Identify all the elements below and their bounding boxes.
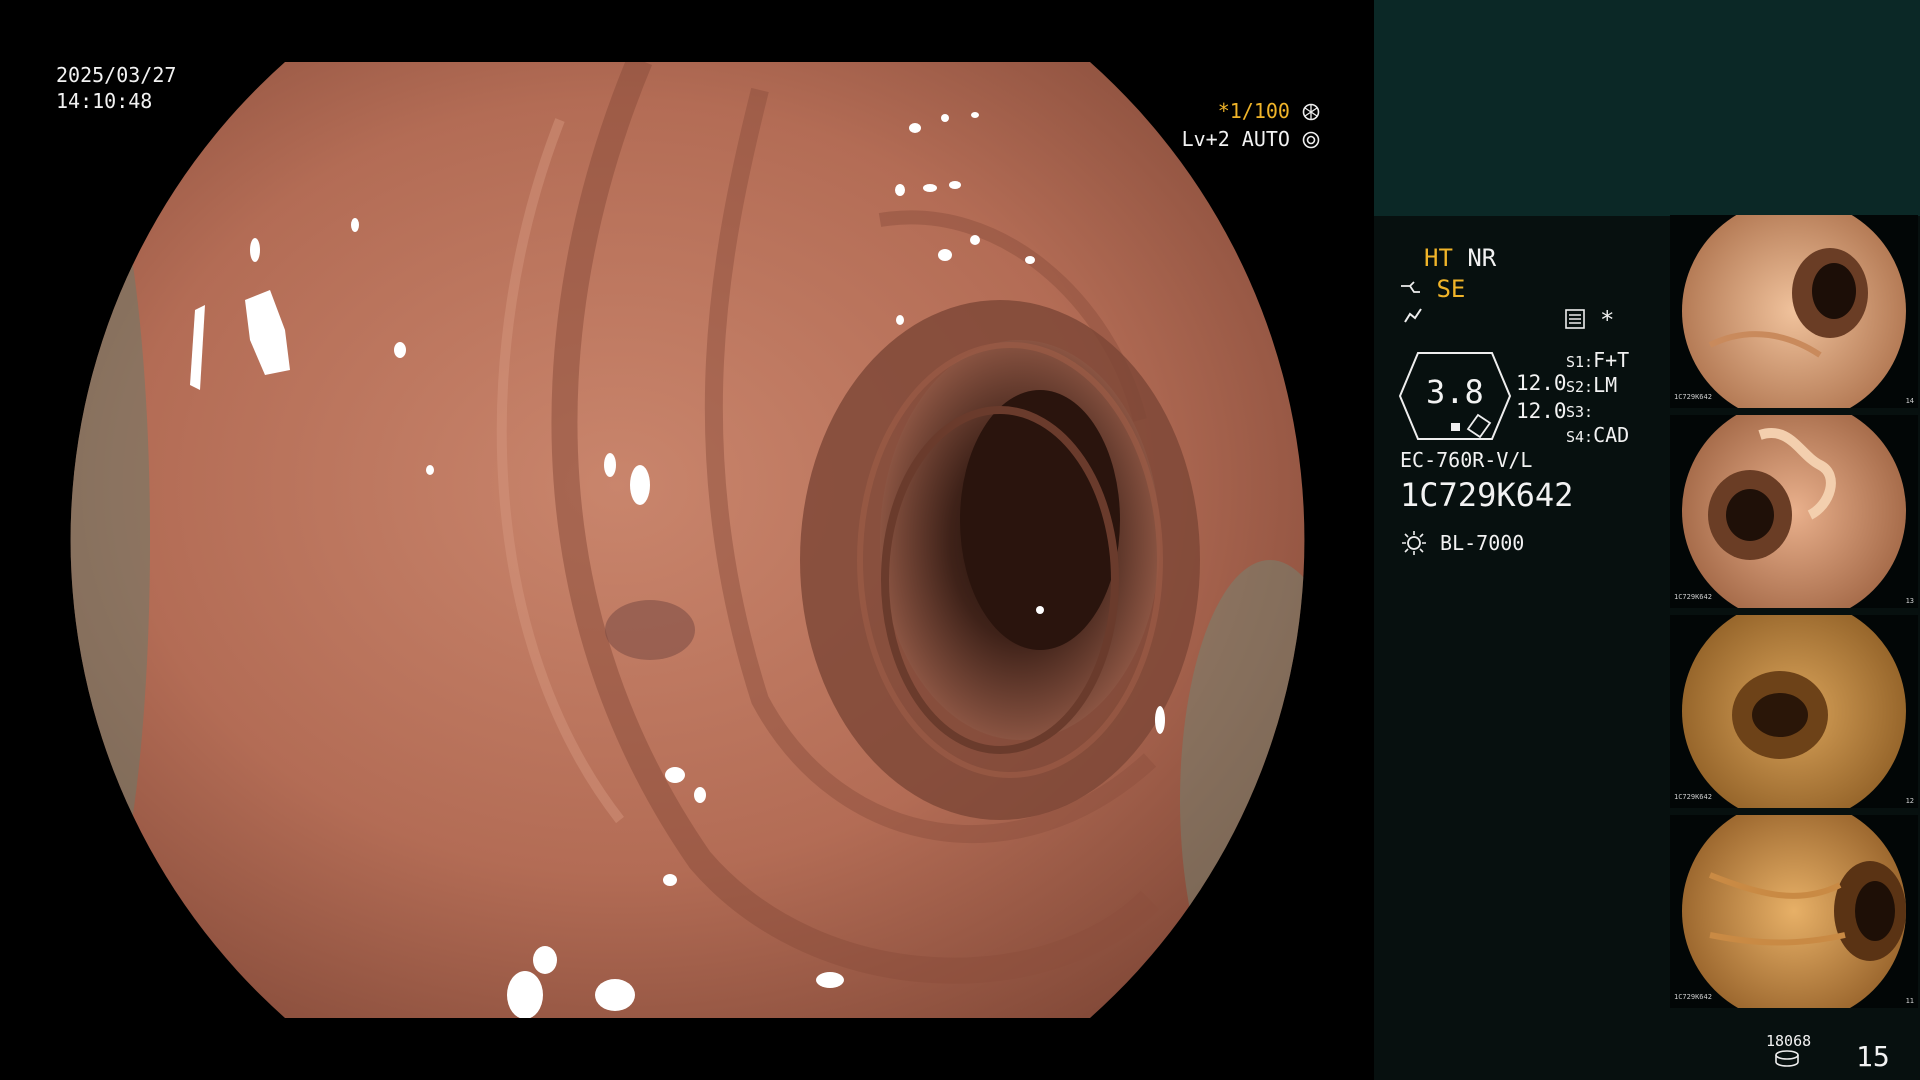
thumbnail-label: 1C729K642	[1674, 393, 1712, 401]
light-source-label: BL-7000	[1440, 531, 1525, 555]
menu-sheet-icon	[1564, 308, 1586, 330]
thumbnail-image	[1682, 815, 1906, 1008]
thumbnail-index: 12	[1905, 797, 1914, 805]
capture-count: 18068	[1766, 1032, 1812, 1050]
thumbnail-label: 1C729K642	[1674, 793, 1712, 801]
ht-label: HT	[1424, 244, 1453, 272]
zoom-value: 3.8	[1426, 373, 1484, 411]
disk-stack-icon	[1774, 1050, 1800, 1068]
zoom-indicator: 3.8	[1398, 351, 1512, 441]
s1-label: S1:	[1566, 353, 1594, 371]
scope-model: EC-760R-V/L	[1400, 448, 1533, 472]
scope-tip-icon	[1400, 275, 1422, 293]
aperture-icon	[1302, 101, 1320, 121]
thumbnail-image	[1682, 615, 1906, 808]
thumbnail-4[interactable]: 1C729K642 11	[1670, 815, 1918, 1008]
se-row: SE	[1400, 274, 1465, 304]
switch-s4: S4:CAD	[1566, 423, 1629, 449]
thumbnail-image	[1682, 415, 1906, 608]
level-value: Lv+2 AUTO	[1181, 127, 1290, 151]
thumbnail-1[interactable]: 1C729K642 14	[1670, 215, 1918, 408]
value-2: 12.0	[1516, 399, 1567, 423]
s2-value: LM	[1593, 373, 1618, 397]
switch-s2: S2:LM	[1566, 373, 1617, 399]
thumbnail-index: 13	[1905, 597, 1914, 605]
value-1: 12.0	[1516, 371, 1567, 395]
star-marker: *	[1600, 306, 1615, 334]
shutter-value: *1/100	[1217, 99, 1290, 123]
s2-label: S2:	[1566, 378, 1594, 396]
ht-nr-row: HT NR	[1424, 243, 1496, 273]
thumbnail-label: 1C729K642	[1674, 993, 1712, 1001]
s4-label: S4:	[1566, 428, 1594, 446]
shutter-indicator: *1/100	[1218, 98, 1320, 124]
thumbnail-2[interactable]: 1C729K642 13	[1670, 415, 1918, 608]
side-panel-header	[1374, 0, 1920, 216]
nr-label: NR	[1467, 244, 1497, 272]
thumbnail-label: 1C729K642	[1674, 593, 1712, 601]
thumbnail-index: 11	[1905, 997, 1914, 1005]
iris-icon	[1302, 129, 1320, 149]
light-bulb-icon	[1400, 530, 1428, 556]
level-indicator: Lv+2 AUTO	[1182, 126, 1320, 152]
osd-date: 2025/03/27	[56, 63, 177, 87]
switch-s3: S3:	[1566, 398, 1593, 424]
s3-label: S3:	[1566, 403, 1594, 421]
endoscope-view: 2025/03/27 14:10:48 *1/100 Lv+2 AUTO	[0, 0, 1372, 1080]
thumbnail-image	[1682, 215, 1906, 408]
endoscopic-image	[70, 62, 1305, 1018]
light-source-row: BL-7000	[1400, 530, 1524, 556]
se-label: SE	[1436, 275, 1466, 303]
page-number: 15	[1856, 1040, 1890, 1073]
s4-value: CAD	[1593, 423, 1630, 447]
osd-time: 14:10:48	[56, 89, 153, 113]
lightning-icon	[1402, 306, 1424, 328]
thumbnail-index: 14	[1905, 397, 1914, 405]
thumbnail-3[interactable]: 1C729K642 12	[1670, 615, 1918, 808]
switch-s1: S1:F+T	[1566, 348, 1629, 374]
scope-serial: 1C729K642	[1400, 476, 1574, 514]
s1-value: F+T	[1593, 348, 1630, 372]
